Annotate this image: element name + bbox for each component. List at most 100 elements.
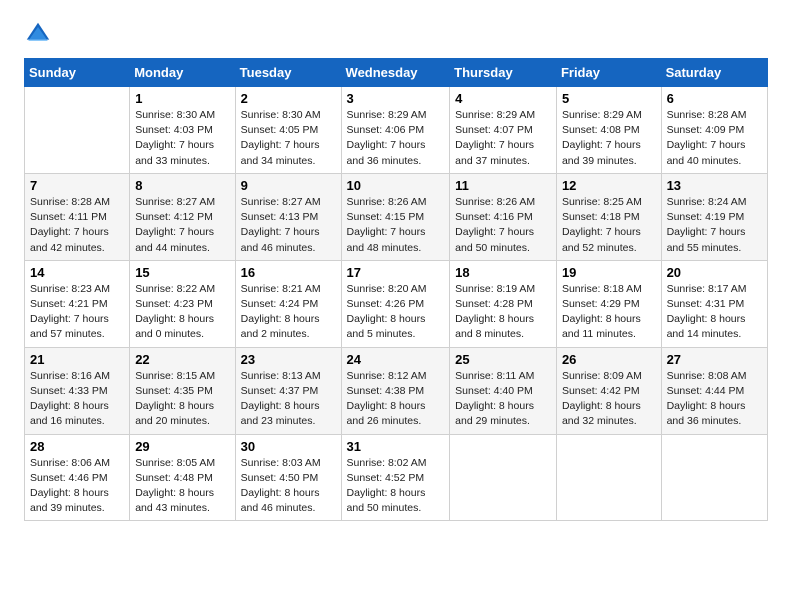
day-info: Sunrise: 8:13 AMSunset: 4:37 PMDaylight:…: [241, 369, 336, 430]
day-info: Sunrise: 8:26 AMSunset: 4:15 PMDaylight:…: [347, 195, 445, 256]
day-number: 18: [455, 265, 551, 280]
day-header-thursday: Thursday: [450, 59, 557, 87]
day-number: 6: [667, 91, 762, 106]
day-number: 17: [347, 265, 445, 280]
calendar-cell: 22 Sunrise: 8:15 AMSunset: 4:35 PMDayligh…: [130, 347, 235, 434]
page-header: [24, 20, 768, 48]
calendar-cell: 12Sunrise: 8:25 AMSunset: 4:18 PMDayligh…: [556, 173, 661, 260]
calendar-cell: 27 Sunrise: 8:08 AMSunset: 4:44 PMDayligh…: [661, 347, 767, 434]
calendar-cell: [450, 434, 557, 521]
day-info: Sunrise: 8:02 AMSunset: 4:52 PMDaylight:…: [347, 456, 445, 517]
calendar-cell: 4 Sunrise: 8:29 AMSunset: 4:07 PMDaylight…: [450, 87, 557, 174]
day-info: Sunrise: 8:26 AMSunset: 4:16 PMDaylight:…: [455, 195, 551, 256]
day-info: Sunrise: 8:19 AMSunset: 4:28 PMDaylight:…: [455, 282, 551, 343]
day-info: Sunrise: 8:20 AMSunset: 4:26 PMDaylight:…: [347, 282, 445, 343]
day-info: Sunrise: 8:27 AMSunset: 4:13 PMDaylight:…: [241, 195, 336, 256]
day-number: 30: [241, 439, 336, 454]
calendar-cell: 30Sunrise: 8:03 AMSunset: 4:50 PMDayligh…: [235, 434, 341, 521]
day-info: Sunrise: 8:29 AMSunset: 4:08 PMDaylight:…: [562, 108, 656, 169]
logo-icon: [24, 20, 52, 48]
calendar-cell: 16Sunrise: 8:21 AMSunset: 4:24 PMDayligh…: [235, 260, 341, 347]
day-info: Sunrise: 8:09 AMSunset: 4:42 PMDaylight:…: [562, 369, 656, 430]
calendar-header-row: SundayMondayTuesdayWednesdayThursdayFrid…: [25, 59, 768, 87]
day-number: 1: [135, 91, 229, 106]
calendar-cell: 13 Sunrise: 8:24 AMSunset: 4:19 PMDayligh…: [661, 173, 767, 260]
calendar-cell: 31 Sunrise: 8:02 AMSunset: 4:52 PMDayligh…: [341, 434, 450, 521]
day-number: 9: [241, 178, 336, 193]
calendar-cell: 17 Sunrise: 8:20 AMSunset: 4:26 PMDayligh…: [341, 260, 450, 347]
calendar-cell: 9 Sunrise: 8:27 AMSunset: 4:13 PMDaylight…: [235, 173, 341, 260]
day-info: Sunrise: 8:28 AMSunset: 4:09 PMDaylight:…: [667, 108, 762, 169]
calendar-cell: [25, 87, 130, 174]
day-number: 25: [455, 352, 551, 367]
calendar-cell: [556, 434, 661, 521]
calendar-cell: 3 Sunrise: 8:29 AMSunset: 4:06 PMDaylight…: [341, 87, 450, 174]
calendar-cell: [661, 434, 767, 521]
day-info: Sunrise: 8:29 AMSunset: 4:07 PMDaylight:…: [455, 108, 551, 169]
day-info: Sunrise: 8:30 AMSunset: 4:05 PMDaylight:…: [241, 108, 336, 169]
day-info: Sunrise: 8:11 AMSunset: 4:40 PMDaylight:…: [455, 369, 551, 430]
day-info: Sunrise: 8:15 AMSunset: 4:35 PMDaylight:…: [135, 369, 229, 430]
day-number: 16: [241, 265, 336, 280]
day-info: Sunrise: 8:29 AMSunset: 4:06 PMDaylight:…: [347, 108, 445, 169]
day-info: Sunrise: 8:16 AMSunset: 4:33 PMDaylight:…: [30, 369, 124, 430]
calendar-cell: 8 Sunrise: 8:27 AMSunset: 4:12 PMDaylight…: [130, 173, 235, 260]
calendar-cell: 7 Sunrise: 8:28 AMSunset: 4:11 PMDaylight…: [25, 173, 130, 260]
day-header-friday: Friday: [556, 59, 661, 87]
day-number: 29: [135, 439, 229, 454]
day-number: 7: [30, 178, 124, 193]
calendar-table: SundayMondayTuesdayWednesdayThursdayFrid…: [24, 58, 768, 521]
day-info: Sunrise: 8:28 AMSunset: 4:11 PMDaylight:…: [30, 195, 124, 256]
calendar-week-row: 21 Sunrise: 8:16 AMSunset: 4:33 PMDayligh…: [25, 347, 768, 434]
calendar-cell: 25 Sunrise: 8:11 AMSunset: 4:40 PMDayligh…: [450, 347, 557, 434]
day-number: 23: [241, 352, 336, 367]
day-number: 2: [241, 91, 336, 106]
calendar-cell: 20 Sunrise: 8:17 AMSunset: 4:31 PMDayligh…: [661, 260, 767, 347]
calendar-cell: 1 Sunrise: 8:30 AMSunset: 4:03 PMDaylight…: [130, 87, 235, 174]
day-info: Sunrise: 8:30 AMSunset: 4:03 PMDaylight:…: [135, 108, 229, 169]
calendar-cell: 28 Sunrise: 8:06 AMSunset: 4:46 PMDayligh…: [25, 434, 130, 521]
calendar-cell: 18 Sunrise: 8:19 AMSunset: 4:28 PMDayligh…: [450, 260, 557, 347]
day-number: 14: [30, 265, 124, 280]
day-number: 31: [347, 439, 445, 454]
day-info: Sunrise: 8:08 AMSunset: 4:44 PMDaylight:…: [667, 369, 762, 430]
day-header-tuesday: Tuesday: [235, 59, 341, 87]
day-number: 4: [455, 91, 551, 106]
calendar-cell: 24 Sunrise: 8:12 AMSunset: 4:38 PMDayligh…: [341, 347, 450, 434]
day-info: Sunrise: 8:05 AMSunset: 4:48 PMDaylight:…: [135, 456, 229, 517]
day-number: 20: [667, 265, 762, 280]
calendar-cell: 29 Sunrise: 8:05 AMSunset: 4:48 PMDayligh…: [130, 434, 235, 521]
day-info: Sunrise: 8:24 AMSunset: 4:19 PMDaylight:…: [667, 195, 762, 256]
calendar-cell: 11 Sunrise: 8:26 AMSunset: 4:16 PMDayligh…: [450, 173, 557, 260]
calendar-week-row: 28 Sunrise: 8:06 AMSunset: 4:46 PMDayligh…: [25, 434, 768, 521]
day-number: 5: [562, 91, 656, 106]
day-header-monday: Monday: [130, 59, 235, 87]
calendar-cell: 23 Sunrise: 8:13 AMSunset: 4:37 PMDayligh…: [235, 347, 341, 434]
day-info: Sunrise: 8:23 AMSunset: 4:21 PMDaylight:…: [30, 282, 124, 343]
day-number: 13: [667, 178, 762, 193]
calendar-cell: 2 Sunrise: 8:30 AMSunset: 4:05 PMDaylight…: [235, 87, 341, 174]
day-number: 15: [135, 265, 229, 280]
day-info: Sunrise: 8:17 AMSunset: 4:31 PMDaylight:…: [667, 282, 762, 343]
day-number: 21: [30, 352, 124, 367]
day-info: Sunrise: 8:27 AMSunset: 4:12 PMDaylight:…: [135, 195, 229, 256]
day-info: Sunrise: 8:12 AMSunset: 4:38 PMDaylight:…: [347, 369, 445, 430]
day-number: 3: [347, 91, 445, 106]
calendar-week-row: 1 Sunrise: 8:30 AMSunset: 4:03 PMDaylight…: [25, 87, 768, 174]
day-number: 28: [30, 439, 124, 454]
day-number: 27: [667, 352, 762, 367]
day-number: 24: [347, 352, 445, 367]
day-info: Sunrise: 8:06 AMSunset: 4:46 PMDaylight:…: [30, 456, 124, 517]
day-number: 8: [135, 178, 229, 193]
calendar-week-row: 14 Sunrise: 8:23 AMSunset: 4:21 PMDayligh…: [25, 260, 768, 347]
day-info: Sunrise: 8:25 AMSunset: 4:18 PMDaylight:…: [562, 195, 656, 256]
calendar-cell: 15Sunrise: 8:22 AMSunset: 4:23 PMDayligh…: [130, 260, 235, 347]
day-number: 11: [455, 178, 551, 193]
day-number: 22: [135, 352, 229, 367]
calendar-cell: 21 Sunrise: 8:16 AMSunset: 4:33 PMDayligh…: [25, 347, 130, 434]
day-header-sunday: Sunday: [25, 59, 130, 87]
day-header-wednesday: Wednesday: [341, 59, 450, 87]
calendar-cell: 5 Sunrise: 8:29 AMSunset: 4:08 PMDaylight…: [556, 87, 661, 174]
logo: [24, 20, 56, 48]
day-info: Sunrise: 8:18 AMSunset: 4:29 PMDaylight:…: [562, 282, 656, 343]
